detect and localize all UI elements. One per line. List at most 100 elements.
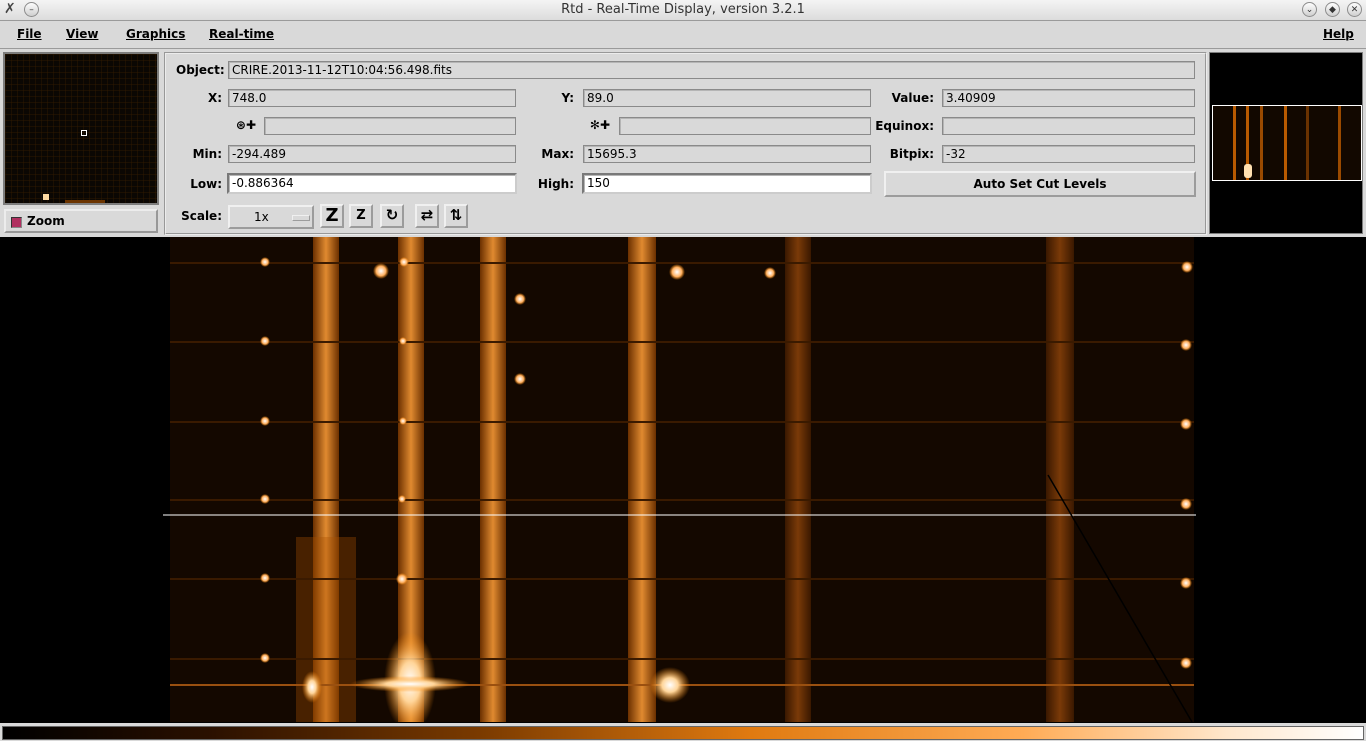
ra-field [264,117,516,135]
min-label: Min: [192,147,222,161]
zoom-toggle-button[interactable]: Zoom [4,209,158,233]
menu-bar: File View Graphics Real-time Help [0,21,1366,49]
menu-realtime[interactable]: Real-time [209,27,274,41]
spot [669,264,685,280]
spot [396,573,408,585]
dec-icon: ✻✚ [589,118,610,132]
spot [514,293,526,305]
menu-help[interactable]: Help [1323,27,1354,41]
pan-bright-source [1244,164,1252,178]
scale-value: 1x [254,210,269,224]
zoom-label: Zoom [27,214,65,228]
pan-stripe [1306,106,1309,180]
object-field: CRIRE.2013-11-12T10:04:56.498.fits [228,61,1195,79]
pan-stripe [1284,106,1287,180]
bright-source [650,667,690,703]
dot-row [170,262,1194,264]
zoom-window [3,52,159,205]
ra-icon: ⊛✚ [235,118,256,132]
zoom-star [43,194,49,200]
y-label: Y: [561,91,574,105]
pan-stripe [1338,106,1341,180]
close-icon[interactable]: ✕ [1347,2,1362,17]
spectral-stripe [628,237,656,722]
zoom-pixel-grid [5,54,157,203]
zoom-in-icon[interactable]: Z [320,204,344,228]
spot [399,257,409,267]
spot [398,495,406,503]
colorbar [0,723,1366,741]
object-label: Object: [176,63,225,77]
pan-thumbnail [1212,105,1362,181]
rotate-icon[interactable]: ↻ [380,204,404,228]
dot-row [170,421,1194,423]
spot [1181,261,1193,273]
bitpix-label: Bitpix: [889,147,934,161]
dot-row [170,578,1194,580]
spot [1180,418,1192,430]
spot [1180,339,1192,351]
spot [260,653,270,663]
pan-stripe [1233,106,1236,180]
title-bar: ✗ – Rtd - Real-Time Display, version 3.2… [0,0,1366,21]
menu-graphics[interactable]: Graphics [126,27,185,41]
pan-stripe [1260,106,1263,180]
spot [373,263,389,279]
spot [260,257,270,267]
dot-row [170,341,1194,343]
colorbar-ramp [2,726,1364,740]
equinox-field [942,117,1195,135]
dot-row [170,499,1194,501]
menu-file[interactable]: File [17,27,42,41]
spot [399,337,407,345]
spot [260,416,270,426]
menu-view[interactable]: View [66,27,98,41]
high-cut-input[interactable]: 150 [582,173,872,194]
low-cut-input[interactable]: -0.886364 [227,173,517,194]
dot-row [170,658,1194,660]
pan-window[interactable] [1209,52,1363,234]
spot [1180,657,1192,669]
zoom-out-icon[interactable]: Z [349,204,373,228]
min-field: -294.489 [228,145,516,163]
dec-field [619,117,871,135]
zoom-cursor-box [81,130,87,136]
image-display[interactable] [0,237,1366,722]
spot [1180,498,1192,510]
high-label: High: [537,177,574,191]
scale-menubutton[interactable]: 1x [228,205,314,229]
fits-image[interactable] [0,237,1366,722]
spectral-stripe [480,237,506,722]
flip-y-icon[interactable]: ⇅ [444,204,468,228]
maximize-icon[interactable]: ◆ [1325,2,1340,17]
bitpix-field: -32 [942,145,1195,163]
spot [399,417,407,425]
control-panel: Zoom Object: CRIRE.2013-11-12T10:04:56.4… [0,49,1366,237]
max-label: Max: [541,147,574,161]
x-label: X: [207,91,222,105]
spot [260,494,270,504]
auto-set-cut-levels-button[interactable]: Auto Set Cut Levels [884,171,1196,197]
equinox-label: Equinox: [875,119,934,133]
menubutton-indicator-icon [292,215,310,221]
value-label: Value: [891,91,934,105]
spot [260,573,270,583]
spot [764,267,776,279]
zoom-checkbox-icon[interactable] [11,217,22,228]
flip-x-icon[interactable]: ⇄ [415,204,439,228]
scale-label: Scale: [181,209,222,223]
window-title: Rtd - Real-Time Display, version 3.2.1 [561,2,805,17]
max-field: 15695.3 [583,145,871,163]
bright-source [350,676,470,692]
value-field: 3.40909 [942,89,1195,107]
x-field: 748.0 [228,89,516,107]
bright-source [302,671,322,703]
spot [514,373,526,385]
minimize-icon[interactable]: ⌄ [1302,2,1317,17]
zoom-glow [65,200,105,203]
low-label: Low: [190,177,222,191]
spot [1180,577,1192,589]
spot [260,336,270,346]
spectral-stripe [785,237,811,722]
y-field: 89.0 [583,89,871,107]
